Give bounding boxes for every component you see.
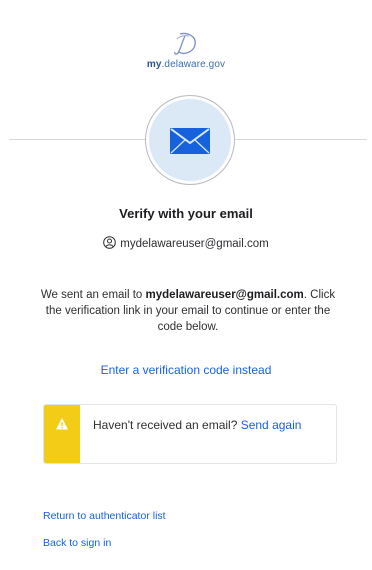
- user-identifier: mydelawareuser@gmail.com: [0, 236, 372, 250]
- envelope-icon: [170, 128, 210, 154]
- delaware-script-d-icon: [174, 32, 196, 55]
- message-email: mydelawareuser@gmail.com: [145, 289, 304, 301]
- callout-warning-bar: [44, 405, 80, 463]
- back-to-sign-in-link[interactable]: Back to sign in: [43, 537, 111, 549]
- brand-logo: my.delaware.gov: [0, 30, 372, 70]
- instruction-text: We sent an email to mydelawareuser@gmail…: [40, 289, 336, 333]
- brand-name: my.delaware.gov: [146, 59, 226, 70]
- verify-email-page: my.delaware.gov Verify with your email m…: [0, 0, 372, 570]
- divider-left: [9, 139, 145, 140]
- enter-code-link[interactable]: Enter a verification code instead: [0, 363, 372, 377]
- send-again-link[interactable]: Send again: [241, 418, 302, 432]
- identifier-email: mydelawareuser@gmail.com: [120, 238, 269, 250]
- divider-right: [235, 139, 367, 140]
- return-to-authenticator-list-link[interactable]: Return to authenticator list: [43, 510, 166, 522]
- page-title: Verify with your email: [119, 206, 253, 221]
- callout-text: Haven't received an email? Send again: [93, 418, 302, 432]
- warning-icon: [56, 418, 68, 430]
- user-icon: [103, 236, 117, 249]
- resend-callout: Haven't received an email? Send again: [43, 404, 337, 464]
